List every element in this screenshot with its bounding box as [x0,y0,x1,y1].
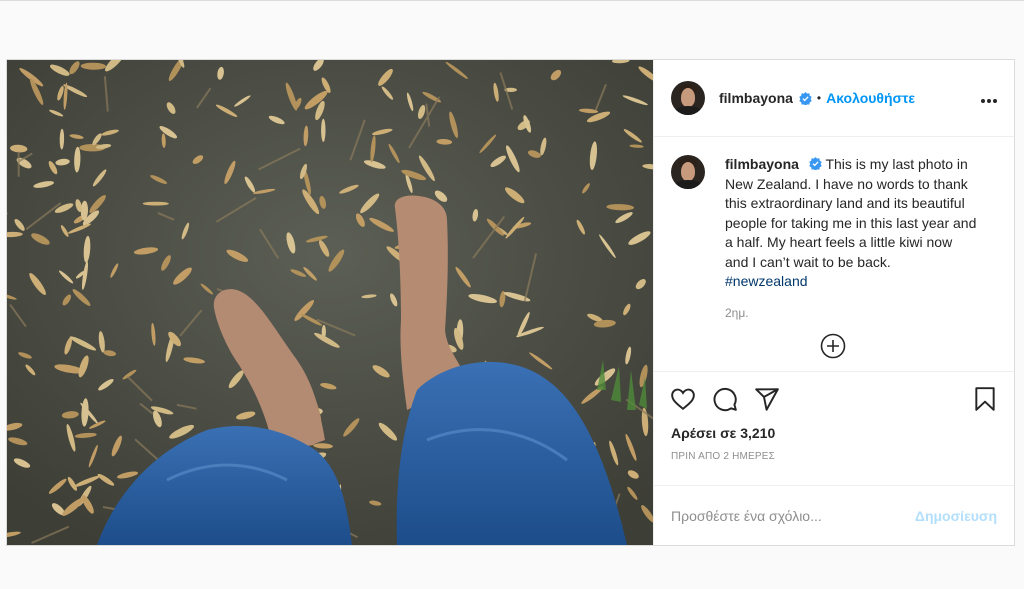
bookmark-icon[interactable] [972,386,998,412]
post-photo[interactable] [7,60,653,545]
photo-image [7,60,653,545]
caption-avatar[interactable] [671,155,705,189]
caption-verified-badge-icon [809,157,822,170]
follow-button[interactable]: Ακολουθήστε [826,90,915,106]
comment-icon[interactable] [712,386,738,412]
comments-area: filmbayona This is my last photo in New … [654,137,1014,371]
post-sidebar: filmbayona • Ακολουθήστε filmbayona This… [653,60,1014,545]
add-comment-bar: Δημοσίευση [654,485,1014,545]
heart-icon[interactable] [670,386,696,412]
more-options-icon[interactable] [980,88,998,109]
posted-ago[interactable]: ΠΡΙΝ ΑΠΟ 2 ΗΜΕΡΕΣ [654,445,1014,485]
caption-text: This is my last photo in New Zealand. I … [725,156,977,270]
caption-row: filmbayona This is my last photo in New … [671,155,998,292]
post-card: filmbayona • Ακολουθήστε filmbayona This… [6,59,1015,546]
load-more-comments-icon[interactable] [820,333,846,359]
verified-badge-icon [799,91,812,105]
action-bar [654,371,1014,425]
author-avatar[interactable] [671,81,705,115]
hashtag-link[interactable]: #newzealand [725,273,808,289]
post-header: filmbayona • Ακολουθήστε [654,60,1014,137]
author-username[interactable]: filmbayona [719,90,793,106]
comment-input[interactable] [671,507,915,524]
header-separator: • [816,91,822,105]
publish-button[interactable]: Δημοσίευση [915,508,997,524]
caption-username[interactable]: filmbayona [725,156,799,172]
top-border [0,0,1024,1]
likes-count[interactable]: Αρέσει σε 3,210 [654,425,1014,445]
share-icon[interactable] [754,386,780,412]
caption: filmbayona This is my last photo in New … [725,155,977,292]
caption-time[interactable]: 2ημ. [725,306,998,320]
